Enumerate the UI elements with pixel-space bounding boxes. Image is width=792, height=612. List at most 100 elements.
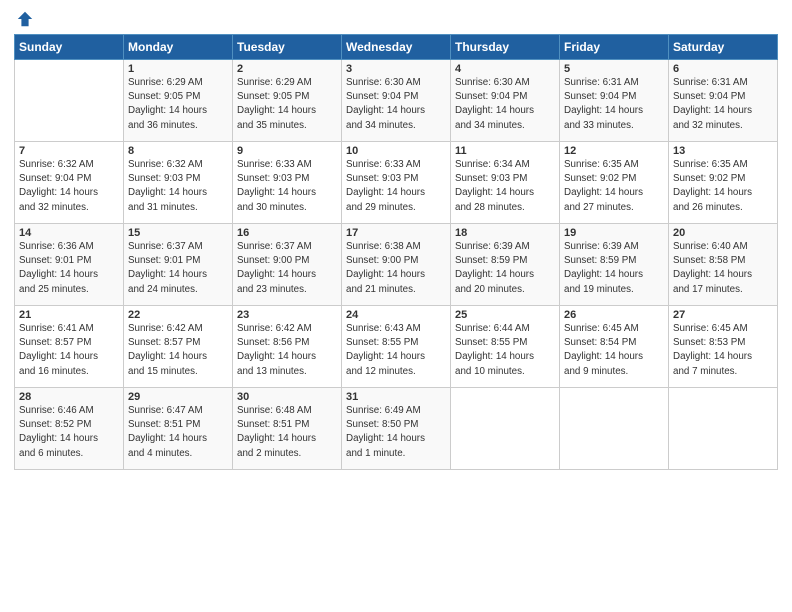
calendar-cell: 16Sunrise: 6:37 AMSunset: 9:00 PMDayligh… xyxy=(233,224,342,306)
calendar-cell: 4Sunrise: 6:30 AMSunset: 9:04 PMDaylight… xyxy=(451,60,560,142)
day-number: 18 xyxy=(455,227,555,239)
day-number: 20 xyxy=(673,227,773,239)
day-info: Sunrise: 6:37 AMSunset: 9:00 PMDaylight:… xyxy=(237,240,337,297)
calendar-header-tuesday: Tuesday xyxy=(233,35,342,60)
day-number: 2 xyxy=(237,63,337,75)
calendar-cell: 13Sunrise: 6:35 AMSunset: 9:02 PMDayligh… xyxy=(669,142,778,224)
calendar-cell xyxy=(560,388,669,470)
calendar-cell: 9Sunrise: 6:33 AMSunset: 9:03 PMDaylight… xyxy=(233,142,342,224)
day-info: Sunrise: 6:45 AMSunset: 8:54 PMDaylight:… xyxy=(564,322,664,379)
day-info: Sunrise: 6:31 AMSunset: 9:04 PMDaylight:… xyxy=(564,76,664,133)
header xyxy=(14,10,778,28)
day-number: 16 xyxy=(237,227,337,239)
logo-icon xyxy=(16,10,34,28)
day-number: 29 xyxy=(128,391,228,403)
calendar-cell: 25Sunrise: 6:44 AMSunset: 8:55 PMDayligh… xyxy=(451,306,560,388)
day-number: 19 xyxy=(564,227,664,239)
day-info: Sunrise: 6:29 AMSunset: 9:05 PMDaylight:… xyxy=(128,76,228,133)
calendar-cell: 5Sunrise: 6:31 AMSunset: 9:04 PMDaylight… xyxy=(560,60,669,142)
day-number: 14 xyxy=(19,227,119,239)
day-info: Sunrise: 6:29 AMSunset: 9:05 PMDaylight:… xyxy=(237,76,337,133)
day-info: Sunrise: 6:41 AMSunset: 8:57 PMDaylight:… xyxy=(19,322,119,379)
day-number: 28 xyxy=(19,391,119,403)
day-info: Sunrise: 6:32 AMSunset: 9:04 PMDaylight:… xyxy=(19,158,119,215)
calendar-cell: 23Sunrise: 6:42 AMSunset: 8:56 PMDayligh… xyxy=(233,306,342,388)
day-number: 31 xyxy=(346,391,446,403)
day-info: Sunrise: 6:46 AMSunset: 8:52 PMDaylight:… xyxy=(19,404,119,461)
day-info: Sunrise: 6:48 AMSunset: 8:51 PMDaylight:… xyxy=(237,404,337,461)
day-number: 3 xyxy=(346,63,446,75)
calendar-cell: 3Sunrise: 6:30 AMSunset: 9:04 PMDaylight… xyxy=(342,60,451,142)
day-number: 9 xyxy=(237,145,337,157)
day-info: Sunrise: 6:44 AMSunset: 8:55 PMDaylight:… xyxy=(455,322,555,379)
day-info: Sunrise: 6:39 AMSunset: 8:59 PMDaylight:… xyxy=(564,240,664,297)
day-number: 6 xyxy=(673,63,773,75)
calendar-cell: 7Sunrise: 6:32 AMSunset: 9:04 PMDaylight… xyxy=(15,142,124,224)
calendar-cell: 11Sunrise: 6:34 AMSunset: 9:03 PMDayligh… xyxy=(451,142,560,224)
day-info: Sunrise: 6:32 AMSunset: 9:03 PMDaylight:… xyxy=(128,158,228,215)
calendar-cell: 28Sunrise: 6:46 AMSunset: 8:52 PMDayligh… xyxy=(15,388,124,470)
calendar-cell xyxy=(451,388,560,470)
day-info: Sunrise: 6:42 AMSunset: 8:56 PMDaylight:… xyxy=(237,322,337,379)
day-number: 7 xyxy=(19,145,119,157)
day-info: Sunrise: 6:30 AMSunset: 9:04 PMDaylight:… xyxy=(455,76,555,133)
day-number: 23 xyxy=(237,309,337,321)
calendar-header-saturday: Saturday xyxy=(669,35,778,60)
day-number: 26 xyxy=(564,309,664,321)
day-info: Sunrise: 6:49 AMSunset: 8:50 PMDaylight:… xyxy=(346,404,446,461)
calendar-week-2: 7Sunrise: 6:32 AMSunset: 9:04 PMDaylight… xyxy=(15,142,778,224)
calendar-cell: 29Sunrise: 6:47 AMSunset: 8:51 PMDayligh… xyxy=(124,388,233,470)
calendar-cell: 20Sunrise: 6:40 AMSunset: 8:58 PMDayligh… xyxy=(669,224,778,306)
calendar-cell: 26Sunrise: 6:45 AMSunset: 8:54 PMDayligh… xyxy=(560,306,669,388)
day-number: 15 xyxy=(128,227,228,239)
day-info: Sunrise: 6:45 AMSunset: 8:53 PMDaylight:… xyxy=(673,322,773,379)
calendar-cell xyxy=(15,60,124,142)
day-number: 24 xyxy=(346,309,446,321)
day-number: 1 xyxy=(128,63,228,75)
day-info: Sunrise: 6:35 AMSunset: 9:02 PMDaylight:… xyxy=(673,158,773,215)
day-info: Sunrise: 6:42 AMSunset: 8:57 PMDaylight:… xyxy=(128,322,228,379)
day-number: 12 xyxy=(564,145,664,157)
day-number: 4 xyxy=(455,63,555,75)
day-number: 27 xyxy=(673,309,773,321)
day-info: Sunrise: 6:34 AMSunset: 9:03 PMDaylight:… xyxy=(455,158,555,215)
day-info: Sunrise: 6:33 AMSunset: 9:03 PMDaylight:… xyxy=(346,158,446,215)
day-number: 11 xyxy=(455,145,555,157)
day-number: 5 xyxy=(564,63,664,75)
calendar-cell xyxy=(669,388,778,470)
day-info: Sunrise: 6:38 AMSunset: 9:00 PMDaylight:… xyxy=(346,240,446,297)
calendar-cell: 15Sunrise: 6:37 AMSunset: 9:01 PMDayligh… xyxy=(124,224,233,306)
day-info: Sunrise: 6:47 AMSunset: 8:51 PMDaylight:… xyxy=(128,404,228,461)
day-info: Sunrise: 6:40 AMSunset: 8:58 PMDaylight:… xyxy=(673,240,773,297)
day-number: 8 xyxy=(128,145,228,157)
calendar-cell: 17Sunrise: 6:38 AMSunset: 9:00 PMDayligh… xyxy=(342,224,451,306)
day-info: Sunrise: 6:36 AMSunset: 9:01 PMDaylight:… xyxy=(19,240,119,297)
calendar-table: SundayMondayTuesdayWednesdayThursdayFrid… xyxy=(14,34,778,470)
calendar-header-monday: Monday xyxy=(124,35,233,60)
day-number: 21 xyxy=(19,309,119,321)
calendar-cell: 27Sunrise: 6:45 AMSunset: 8:53 PMDayligh… xyxy=(669,306,778,388)
day-info: Sunrise: 6:37 AMSunset: 9:01 PMDaylight:… xyxy=(128,240,228,297)
calendar-cell: 1Sunrise: 6:29 AMSunset: 9:05 PMDaylight… xyxy=(124,60,233,142)
calendar-cell: 30Sunrise: 6:48 AMSunset: 8:51 PMDayligh… xyxy=(233,388,342,470)
calendar-header-wednesday: Wednesday xyxy=(342,35,451,60)
day-info: Sunrise: 6:35 AMSunset: 9:02 PMDaylight:… xyxy=(564,158,664,215)
calendar-week-3: 14Sunrise: 6:36 AMSunset: 9:01 PMDayligh… xyxy=(15,224,778,306)
calendar-cell: 8Sunrise: 6:32 AMSunset: 9:03 PMDaylight… xyxy=(124,142,233,224)
page: SundayMondayTuesdayWednesdayThursdayFrid… xyxy=(0,0,792,612)
calendar-cell: 14Sunrise: 6:36 AMSunset: 9:01 PMDayligh… xyxy=(15,224,124,306)
day-number: 10 xyxy=(346,145,446,157)
calendar-cell: 18Sunrise: 6:39 AMSunset: 8:59 PMDayligh… xyxy=(451,224,560,306)
day-number: 17 xyxy=(346,227,446,239)
day-number: 13 xyxy=(673,145,773,157)
calendar-header-row: SundayMondayTuesdayWednesdayThursdayFrid… xyxy=(15,35,778,60)
calendar-cell: 31Sunrise: 6:49 AMSunset: 8:50 PMDayligh… xyxy=(342,388,451,470)
calendar-week-4: 21Sunrise: 6:41 AMSunset: 8:57 PMDayligh… xyxy=(15,306,778,388)
day-number: 30 xyxy=(237,391,337,403)
day-info: Sunrise: 6:31 AMSunset: 9:04 PMDaylight:… xyxy=(673,76,773,133)
calendar-cell: 24Sunrise: 6:43 AMSunset: 8:55 PMDayligh… xyxy=(342,306,451,388)
calendar-cell: 22Sunrise: 6:42 AMSunset: 8:57 PMDayligh… xyxy=(124,306,233,388)
day-number: 22 xyxy=(128,309,228,321)
day-info: Sunrise: 6:30 AMSunset: 9:04 PMDaylight:… xyxy=(346,76,446,133)
calendar-header-thursday: Thursday xyxy=(451,35,560,60)
